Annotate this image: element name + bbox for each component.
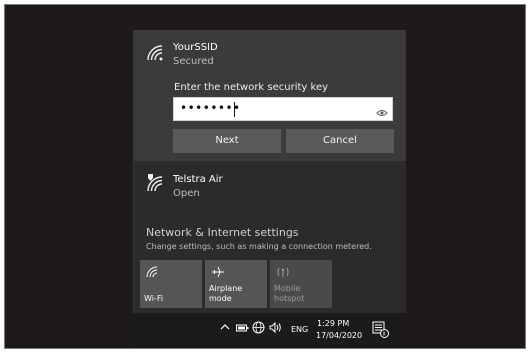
network-settings-description: Change settings, such as making a connec… bbox=[146, 242, 372, 251]
reveal-password-icon[interactable] bbox=[376, 104, 388, 116]
network-list-item[interactable]: Telstra Air Open bbox=[134, 163, 406, 211]
wifi-quick-action[interactable]: Wi-Fi bbox=[140, 260, 202, 308]
battery-icon[interactable] bbox=[236, 323, 249, 335]
network-flyout: YourSSID Secured Enter the network secur… bbox=[134, 30, 406, 313]
selected-network-panel: YourSSID Secured Enter the network secur… bbox=[134, 30, 406, 161]
notification-center-icon[interactable] bbox=[372, 321, 389, 338]
text-caret bbox=[234, 102, 235, 117]
hotspot-label-line2: hotspot bbox=[274, 294, 305, 303]
wifi-icon bbox=[146, 266, 160, 278]
volume-icon[interactable] bbox=[269, 321, 283, 335]
password-mask: •••••••• bbox=[180, 101, 241, 115]
clock-time[interactable]: 1:29 PM bbox=[317, 319, 349, 328]
chevron-up-icon[interactable] bbox=[220, 322, 230, 334]
next-button[interactable]: Next bbox=[173, 129, 281, 153]
wifi-secured-icon bbox=[146, 44, 166, 62]
network-status: Open bbox=[173, 188, 200, 199]
input-language[interactable]: ENG bbox=[291, 325, 308, 334]
wifi-open-icon bbox=[146, 173, 166, 192]
hotspot-icon bbox=[276, 266, 290, 278]
wifi-tile-label: Wi-Fi bbox=[144, 294, 164, 303]
clock-date[interactable]: 17/04/2020 bbox=[316, 331, 362, 340]
taskbar-tray: ENG 1:29 PM 17/04/2020 bbox=[134, 313, 406, 345]
airplane-mode-quick-action[interactable]: Airplane mode bbox=[205, 260, 267, 308]
airplane-icon bbox=[211, 266, 225, 278]
network-globe-icon[interactable] bbox=[252, 321, 265, 336]
cancel-button[interactable]: Cancel bbox=[286, 129, 394, 153]
network-name: Telstra Air bbox=[173, 174, 223, 185]
airplane-tile-label: Airplane mode bbox=[209, 284, 243, 303]
hotspot-label-line1: Mobile bbox=[274, 284, 301, 293]
security-key-prompt: Enter the network security key bbox=[174, 82, 329, 93]
selected-network-name: YourSSID bbox=[173, 42, 218, 53]
security-key-input[interactable]: •••••••• bbox=[173, 97, 393, 121]
selected-network-status: Secured bbox=[173, 56, 214, 67]
hotspot-tile-label: Mobile hotspot bbox=[274, 284, 304, 304]
mobile-hotspot-quick-action[interactable]: Mobile hotspot bbox=[270, 260, 332, 308]
network-settings-link[interactable]: Network & Internet settings bbox=[146, 226, 299, 239]
